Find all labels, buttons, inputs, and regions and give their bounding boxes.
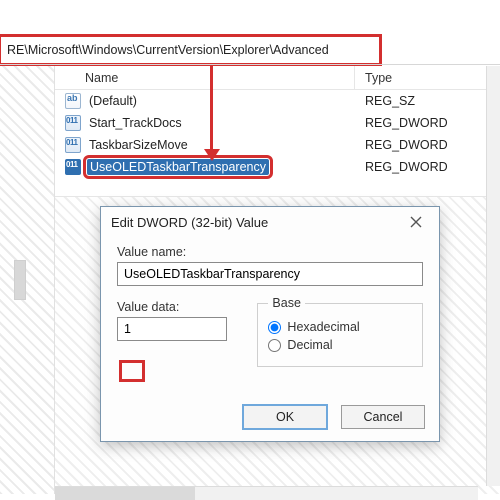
reg-dword-icon bbox=[65, 137, 81, 153]
column-headers[interactable]: Name Type bbox=[55, 66, 500, 90]
value-type: REG_SZ bbox=[355, 94, 500, 108]
reg-dword-icon bbox=[65, 115, 81, 131]
cancel-button[interactable]: Cancel bbox=[341, 405, 425, 429]
radio-decimal[interactable]: Decimal bbox=[268, 338, 412, 352]
value-type: REG_DWORD bbox=[355, 160, 500, 174]
tree-pane-placeholder bbox=[0, 66, 55, 494]
value-name: UseOLEDTaskbarTransparency bbox=[87, 159, 269, 175]
value-data-field[interactable] bbox=[117, 317, 227, 341]
value-name: (Default) bbox=[87, 93, 139, 109]
values-list: Name Type (Default) REG_SZ Start_TrackDo… bbox=[55, 66, 500, 196]
list-item[interactable]: (Default) REG_SZ bbox=[55, 90, 500, 112]
address-bar[interactable]: RE\Microsoft\Windows\CurrentVersion\Expl… bbox=[0, 36, 380, 64]
value-name: Start_TrackDocs bbox=[87, 115, 184, 131]
dialog-title: Edit DWORD (32-bit) Value bbox=[111, 215, 268, 230]
splitter-handle[interactable] bbox=[14, 260, 26, 300]
list-item[interactable]: TaskbarSizeMove REG_DWORD bbox=[55, 134, 500, 156]
value-type: REG_DWORD bbox=[355, 116, 500, 130]
annotation-arrow-head bbox=[204, 149, 220, 161]
value-type: REG_DWORD bbox=[355, 138, 500, 152]
column-name[interactable]: Name bbox=[55, 66, 355, 89]
scrollbar-horizontal[interactable] bbox=[55, 486, 478, 500]
scroll-thumb[interactable] bbox=[55, 487, 195, 500]
reg-sz-icon bbox=[65, 93, 81, 109]
value-name-label: Value name: bbox=[117, 245, 423, 259]
base-group: Base Hexadecimal Decimal bbox=[257, 296, 423, 367]
reg-dword-icon bbox=[65, 159, 81, 175]
value-name: TaskbarSizeMove bbox=[87, 137, 190, 153]
radio-hex-input[interactable] bbox=[268, 321, 281, 334]
radio-hexadecimal[interactable]: Hexadecimal bbox=[268, 320, 412, 334]
column-type[interactable]: Type bbox=[355, 66, 500, 89]
close-icon[interactable] bbox=[403, 211, 429, 233]
list-item[interactable]: Start_TrackDocs REG_DWORD bbox=[55, 112, 500, 134]
edit-dword-dialog: Edit DWORD (32-bit) Value Value name: Va… bbox=[100, 206, 440, 442]
list-item-selected[interactable]: UseOLEDTaskbarTransparency REG_DWORD bbox=[55, 156, 500, 178]
value-data-label: Value data: bbox=[117, 300, 233, 314]
annotation-arrow bbox=[210, 65, 213, 151]
scrollbar-vertical[interactable] bbox=[486, 66, 500, 486]
divider bbox=[0, 64, 500, 65]
registry-path: RE\Microsoft\Windows\CurrentVersion\Expl… bbox=[7, 43, 329, 57]
radio-dec-input[interactable] bbox=[268, 339, 281, 352]
base-legend: Base bbox=[268, 296, 305, 310]
dialog-titlebar[interactable]: Edit DWORD (32-bit) Value bbox=[101, 207, 439, 237]
value-name-field[interactable] bbox=[117, 262, 423, 286]
ok-button[interactable]: OK bbox=[243, 405, 327, 429]
